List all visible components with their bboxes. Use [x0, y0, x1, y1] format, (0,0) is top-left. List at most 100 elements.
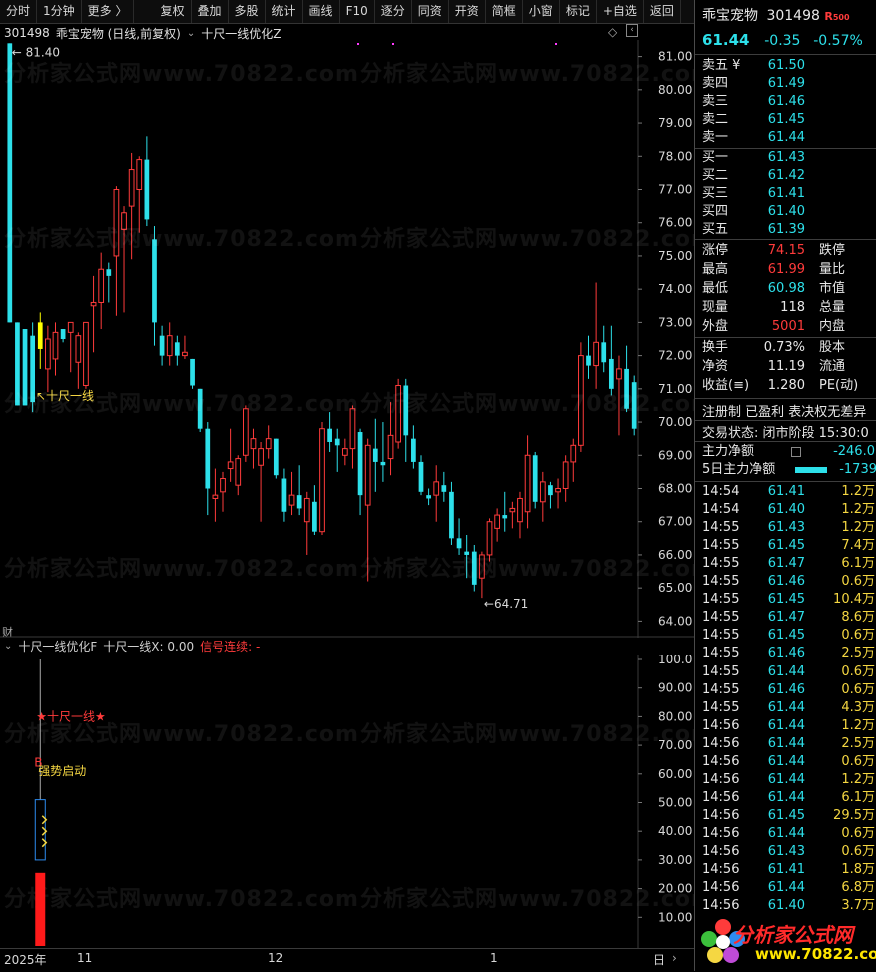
candle-body — [548, 485, 553, 496]
y-tick-label: 73.00 — [658, 315, 692, 329]
stat-value: 61.99 — [767, 262, 805, 277]
toolbar-item[interactable]: 多股 — [229, 0, 266, 23]
stat-label-2: 市值 — [819, 281, 846, 296]
divider — [695, 54, 876, 55]
tick-volume: 1.8万 — [841, 862, 875, 877]
tick-price: 61.44 — [767, 664, 805, 679]
indicator-name[interactable]: 十尺一线优化F — [18, 638, 97, 655]
stock-code: 301498 — [4, 26, 50, 40]
tick-price: 61.44 — [767, 718, 805, 733]
order-price: 61.42 — [767, 168, 805, 183]
tick-price: 61.47 — [767, 556, 805, 571]
five-day-flow-row: 5日主力净额 -1739 — [695, 461, 876, 479]
toolbar-item[interactable]: 同资 — [412, 0, 449, 23]
tick-row: 14:55 61.44 0.6万 — [695, 663, 876, 681]
tick-time: 14:56 — [702, 862, 740, 877]
toolbar-item[interactable]: 统计 — [266, 0, 303, 23]
main-indicator-name[interactable]: 十尺一线优化Z — [201, 25, 281, 42]
tick-price: 61.44 — [767, 790, 805, 805]
sell-order-row: 卖一 61.44 — [695, 129, 876, 147]
signal-dot — [357, 43, 359, 45]
stat-label: 净资 — [702, 359, 729, 374]
candle-body — [75, 335, 82, 363]
tick-volume: 0.6万 — [841, 574, 875, 589]
order-price: 61.45 — [767, 112, 805, 127]
toolbar-item[interactable]: 更多 〉 — [82, 0, 135, 23]
stat-label-2: 内盘 — [819, 319, 846, 334]
tick-row: 14:55 61.46 2.5万 — [695, 645, 876, 663]
tick-row: 14:56 61.44 0.6万 — [695, 825, 876, 843]
date-label: 1 — [490, 951, 498, 965]
candle-body — [319, 428, 325, 533]
buy-order-row: 买二 61.42 — [695, 167, 876, 185]
tick-price: 61.46 — [767, 574, 805, 589]
toolbar-item[interactable]: 分时 — [0, 0, 38, 23]
tick-list[interactable]: 14:54 61.41 1.2万 14:54 61.40 1.2万 14:55 61.43 1.… — [695, 483, 876, 915]
candle-body — [411, 438, 416, 462]
stat-value: 1.280 — [767, 378, 805, 393]
flow-toggle-icon[interactable] — [791, 447, 801, 457]
finance-tag[interactable]: 财 — [2, 625, 13, 638]
stat-value: 11.19 — [767, 359, 805, 374]
y-tick-label: 68.00 — [658, 482, 692, 496]
tick-volume: 1.2万 — [841, 484, 875, 499]
candle-body — [312, 501, 317, 532]
stat-label-2: 跌停 — [819, 243, 846, 258]
period-tag[interactable]: 日 — [653, 951, 665, 968]
indicator-column — [35, 872, 46, 946]
toolbar-item[interactable]: 小窗 — [523, 0, 560, 23]
logo-title: 分析家公式网 — [733, 923, 853, 947]
indicator-dropdown-icon[interactable]: ⌄ — [187, 28, 195, 39]
toolbar-item[interactable]: +自选 — [597, 0, 644, 23]
toolbar-item[interactable]: 标记 — [560, 0, 597, 23]
tick-row: 14:56 61.44 6.8万 — [695, 879, 876, 897]
candle-body — [387, 434, 394, 460]
candle-body — [532, 455, 538, 502]
toolbar-item[interactable]: 返回 — [644, 0, 681, 23]
tick-time: 14:56 — [702, 826, 740, 841]
order-price: 61.39 — [767, 222, 805, 237]
tick-row: 14:56 61.44 6.1万 — [695, 789, 876, 807]
tick-row: 14:55 61.47 6.1万 — [695, 555, 876, 573]
sell-order-row: 卖二 61.45 — [695, 111, 876, 129]
tick-time: 14:55 — [702, 556, 740, 571]
toolbar-item[interactable]: 简框 — [486, 0, 523, 23]
tick-time: 14:56 — [702, 772, 740, 787]
toolbar-item[interactable]: 逐分 — [375, 0, 412, 23]
tick-volume: 6.1万 — [841, 556, 875, 571]
trade-status: 交易状态: 闭市阶段 15:30:0 — [702, 426, 869, 441]
scroll-arrow-icon[interactable]: › — [672, 951, 677, 965]
candle-body — [433, 481, 440, 496]
toolbar-item[interactable]: F10 — [340, 0, 375, 23]
diamond-icon[interactable]: ◇ — [608, 25, 617, 39]
toolbar-item[interactable]: 开资 — [449, 0, 486, 23]
toolbar-item[interactable]: 叠加 — [192, 0, 229, 23]
candle-body — [220, 478, 226, 493]
tick-time: 14:55 — [702, 646, 740, 661]
tick-row: 14:55 61.47 8.6万 — [695, 609, 876, 627]
order-label: 买一 — [702, 150, 729, 165]
divider — [695, 239, 876, 240]
toolbar-item[interactable]: 1分钟 — [37, 0, 82, 23]
stat-label: 最高 — [702, 262, 729, 277]
stat-value: 118 — [780, 300, 805, 315]
candle-body — [608, 358, 614, 389]
tick-volume: 0.6万 — [841, 628, 875, 643]
collapse-icon[interactable]: ‹ — [626, 24, 638, 37]
tick-row: 14:56 61.44 0.6万 — [695, 753, 876, 771]
candle-body — [152, 239, 157, 323]
indicator-dropdown-icon[interactable]: ⌄ — [4, 641, 12, 652]
y-tick-label: 72.00 — [658, 349, 692, 363]
tick-volume: 4.3万 — [841, 700, 875, 715]
sell-order-row: 卖四 61.49 — [695, 75, 876, 93]
buy-order-row: 买一 61.43 — [695, 149, 876, 167]
candle-body — [486, 521, 493, 556]
candle-body — [60, 329, 66, 339]
tick-row: 14:54 61.40 1.2万 — [695, 501, 876, 519]
toolbar-item[interactable]: 复权 — [154, 0, 192, 23]
tick-volume: 6.1万 — [841, 790, 875, 805]
toolbar-item[interactable]: 画线 — [303, 0, 340, 23]
order-label: 卖二 — [702, 112, 729, 127]
sell-order-row: 卖三 61.46 — [695, 93, 876, 111]
y-tick-label: 81.00 — [658, 50, 692, 64]
